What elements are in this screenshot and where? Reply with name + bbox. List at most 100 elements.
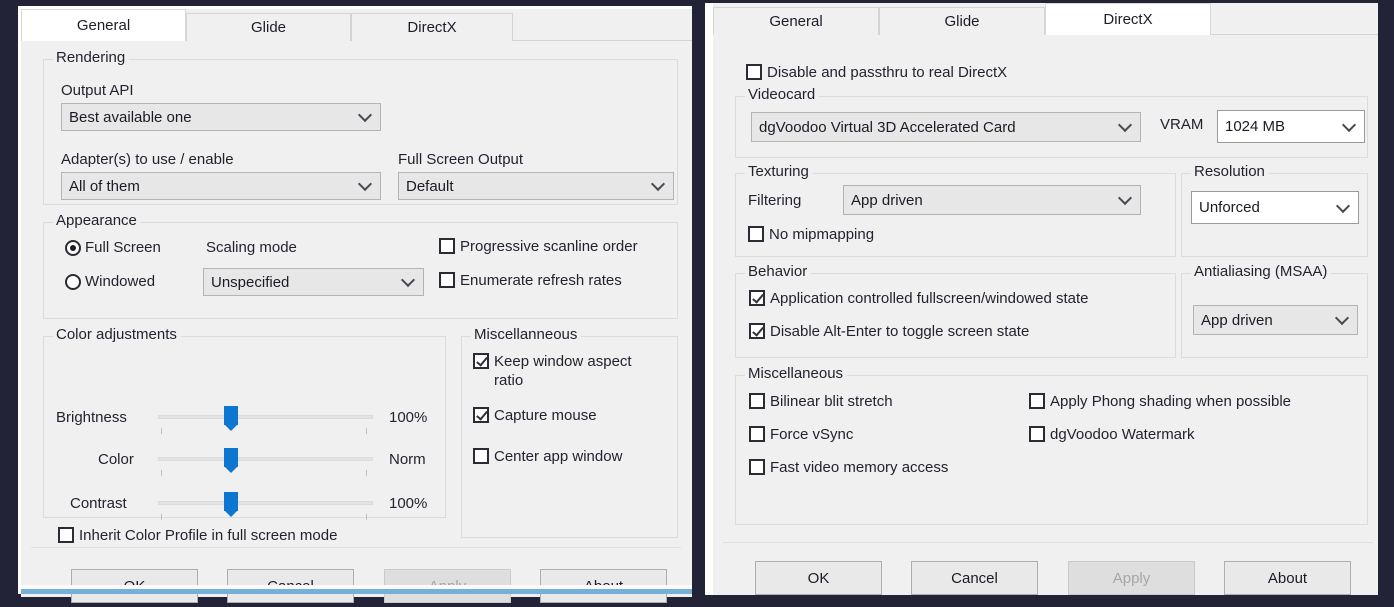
checkbox-app-controlled-fullscreen-label: Application controlled fullscreen/window… <box>770 289 1089 308</box>
group-videocard-label: Videocard <box>745 86 819 103</box>
checkbox-center-app-window[interactable]: Center app window <box>473 447 663 466</box>
checkbox-progressive-scanline[interactable]: Progressive scanline order <box>439 237 684 256</box>
tab-general[interactable]: General <box>21 9 186 41</box>
checkbox-indicator <box>746 64 762 80</box>
checkbox-disable-alt-enter-label: Disable Alt-Enter to toggle screen state <box>770 322 1029 341</box>
tab-glide[interactable]: Glide <box>186 13 351 41</box>
slider-contrast[interactable] <box>158 492 373 518</box>
slider-brightness-label: Brightness <box>56 409 127 426</box>
slider-contrast-label: Contrast <box>70 495 127 512</box>
radio-full-screen[interactable]: Full Screen <box>65 239 161 256</box>
group-behavior-label: Behavior <box>745 263 811 280</box>
tab-glide-label: Glide <box>251 19 286 36</box>
tab-general-right[interactable]: General <box>713 7 879 35</box>
scaling-mode-combo[interactable]: Unspecified <box>203 268 424 296</box>
tab-directx-label: DirectX <box>407 19 456 36</box>
checkbox-apply-phong-shading[interactable]: Apply Phong shading when possible <box>1029 392 1359 411</box>
checkbox-indicator <box>473 353 489 369</box>
videocard-combo[interactable]: dgVoodoo Virtual 3D Accelerated Card <box>751 112 1141 142</box>
checkbox-capture-mouse-label: Capture mouse <box>494 406 597 425</box>
radio-full-screen-label: Full Screen <box>85 239 161 256</box>
slider-tick <box>161 428 162 434</box>
adapters-combo[interactable]: All of them <box>61 172 381 200</box>
resolution-combo[interactable]: Unforced <box>1191 191 1359 224</box>
tab-filler <box>1211 7 1378 35</box>
left-panel-body: Rendering Output API Best available one … <box>21 41 692 597</box>
checkbox-enumerate-refresh[interactable]: Enumerate refresh rates <box>439 271 684 290</box>
tab-glide-right[interactable]: Glide <box>879 7 1045 35</box>
vram-value: 1024 MB <box>1225 118 1285 135</box>
slider-brightness-value: 100% <box>389 409 427 426</box>
footer-divider <box>723 542 1373 543</box>
group-resolution-label: Resolution <box>1191 163 1269 180</box>
right-tabstrip: General Glide DirectX <box>713 3 1378 35</box>
about-button-right-label: About <box>1268 570 1307 587</box>
checkbox-app-controlled-fullscreen[interactable]: Application controlled fullscreen/window… <box>749 289 1179 308</box>
group-appearance-label: Appearance <box>53 212 141 229</box>
checkbox-bilinear-blit-stretch[interactable]: Bilinear blit stretch <box>749 392 1029 411</box>
slider-thumb[interactable] <box>224 406 238 425</box>
checkbox-fast-video-memory-access[interactable]: Fast video memory access <box>749 458 1049 477</box>
tab-general-right-label: General <box>769 13 822 30</box>
slider-track <box>158 501 373 505</box>
group-misc-left-label: Miscellanneous <box>471 326 581 343</box>
checkbox-dgvoodoo-watermark[interactable]: dgVoodoo Watermark <box>1029 425 1359 444</box>
checkbox-force-vsync[interactable]: Force vSync <box>749 425 1029 444</box>
checkbox-force-vsync-label: Force vSync <box>770 425 853 444</box>
checkbox-enumerate-refresh-label: Enumerate refresh rates <box>460 271 622 290</box>
cancel-button-right-label: Cancel <box>951 570 998 587</box>
apply-button-right[interactable]: Apply <box>1068 561 1195 595</box>
cancel-button-right[interactable]: Cancel <box>911 561 1038 595</box>
slider-color-label: Color <box>98 451 134 468</box>
tab-filler <box>513 13 692 41</box>
fullscreen-output-label: Full Screen Output <box>398 151 523 168</box>
videocard-value: dgVoodoo Virtual 3D Accelerated Card <box>759 119 1016 136</box>
slider-track <box>158 415 373 419</box>
slider-thumb[interactable] <box>224 492 238 511</box>
about-button-right[interactable]: About <box>1224 561 1351 595</box>
radio-indicator <box>65 240 81 256</box>
checkbox-keep-window-aspect-ratio[interactable]: Keep window aspect ratio <box>473 352 663 390</box>
tab-directx[interactable]: DirectX <box>351 13 513 41</box>
scaling-mode-value: Unspecified <box>211 274 289 291</box>
checkbox-inherit-color-profile[interactable]: Inherit Color Profile in full screen mod… <box>58 526 438 545</box>
slider-thumb[interactable] <box>224 448 238 467</box>
checkbox-center-app-window-label: Center app window <box>494 447 622 466</box>
dgvoodoo-general-window: General Glide DirectX Rendering Output A… <box>18 6 692 594</box>
antialiasing-combo[interactable]: App driven <box>1193 305 1358 335</box>
checkbox-indicator <box>58 527 74 543</box>
vram-combo[interactable]: 1024 MB <box>1217 110 1365 143</box>
chevron-down-icon <box>403 275 414 286</box>
adapters-label: Adapter(s) to use / enable <box>61 151 234 168</box>
radio-indicator <box>65 274 81 290</box>
resolution-value: Unforced <box>1199 199 1260 216</box>
output-api-combo[interactable]: Best available one <box>61 103 381 131</box>
slider-contrast-value: 100% <box>389 495 427 512</box>
checkbox-capture-mouse[interactable]: Capture mouse <box>473 406 663 425</box>
checkbox-dgvoodoo-watermark-label: dgVoodoo Watermark <box>1050 425 1195 444</box>
slider-brightness[interactable] <box>158 406 373 432</box>
group-antialiasing-label: Antialiasing (MSAA) <box>1191 263 1331 280</box>
checkbox-indicator <box>748 226 764 242</box>
fullscreen-output-combo[interactable]: Default <box>398 172 674 200</box>
checkbox-disable-alt-enter[interactable]: Disable Alt-Enter to toggle screen state <box>749 322 1179 341</box>
checkbox-indicator <box>439 238 455 254</box>
checkbox-disable-passthru[interactable]: Disable and passthru to real DirectX <box>746 63 1146 82</box>
ok-button-right[interactable]: OK <box>755 561 882 595</box>
chevron-down-icon <box>360 110 371 121</box>
checkbox-indicator <box>749 290 765 306</box>
checkbox-no-mipmapping[interactable]: No mipmapping <box>748 225 998 244</box>
window-accent-bar <box>21 589 692 594</box>
tab-directx-right[interactable]: DirectX <box>1045 3 1211 35</box>
radio-windowed[interactable]: Windowed <box>65 273 155 290</box>
filtering-combo[interactable]: App driven <box>843 185 1141 215</box>
scaling-mode-label: Scaling mode <box>206 239 297 256</box>
checkbox-indicator <box>1029 393 1045 409</box>
apply-button-right-label: Apply <box>1113 570 1151 587</box>
vram-label: VRAM <box>1160 116 1203 133</box>
output-api-label: Output API <box>61 82 134 99</box>
slider-color[interactable] <box>158 448 373 474</box>
chevron-down-icon <box>1338 201 1349 212</box>
left-tabstrip: General Glide DirectX <box>21 9 692 41</box>
checkbox-no-mipmapping-label: No mipmapping <box>769 225 874 244</box>
